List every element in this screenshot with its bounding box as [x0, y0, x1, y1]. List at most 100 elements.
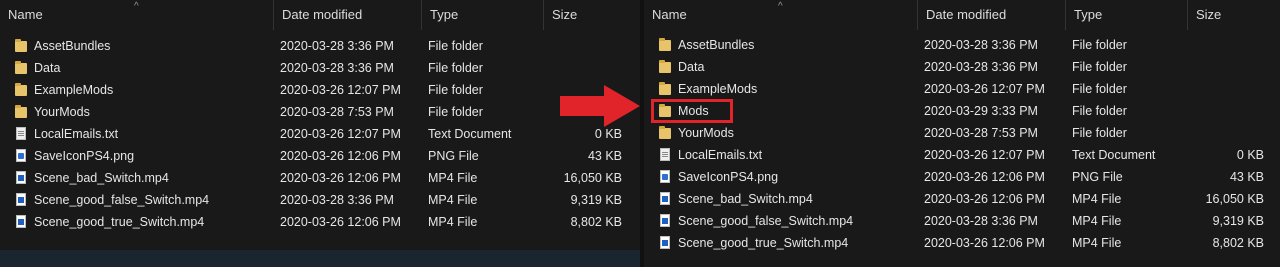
file-name: Scene_bad_Switch.mp4 — [34, 171, 169, 185]
date-modified: 2020-03-26 12:06 PM — [280, 149, 401, 163]
file-name-cell[interactable]: Scene_good_true_Switch.mp4 — [658, 232, 908, 254]
file-row[interactable]: LocalEmails.txt 2020-03-26 12:07 PM Text D… — [0, 123, 640, 145]
folder-icon — [658, 59, 672, 75]
column-header-date-modified[interactable]: Date modified — [274, 0, 422, 30]
file-name: Scene_good_true_Switch.mp4 — [678, 236, 849, 250]
folder-icon — [14, 60, 28, 76]
date-modified: 2020-03-28 7:53 PM — [280, 105, 394, 119]
date-modified: 2020-03-26 12:06 PM — [924, 170, 1045, 184]
text-document-icon — [658, 147, 672, 163]
file-name-cell[interactable]: Data — [14, 57, 264, 79]
file-row[interactable]: Data 2020-03-28 3:36 PM File folder — [644, 56, 1280, 78]
folder-icon — [658, 81, 672, 97]
file-size — [1162, 56, 1264, 78]
file-name: LocalEmails.txt — [34, 127, 119, 141]
file-row[interactable]: Mods 2020-03-29 3:33 PM File folder — [644, 100, 1280, 122]
file-size — [1162, 122, 1264, 144]
file-row[interactable]: SaveIconPS4.png 2020-03-26 12:06 PM PNG Fi… — [644, 166, 1280, 188]
file-row[interactable]: ExampleMods 2020-03-26 12:07 PM File folde… — [0, 79, 640, 101]
folder-icon — [658, 37, 672, 53]
file-name-cell[interactable]: SaveIconPS4.png — [658, 166, 908, 188]
sort-ascending-icon: ^ — [134, 1, 139, 12]
date-modified: 2020-03-28 3:36 PM — [280, 193, 394, 207]
file-row[interactable]: LocalEmails.txt 2020-03-26 12:07 PM Text D… — [644, 144, 1280, 166]
file-row[interactable]: Scene_bad_Switch.mp4 2020-03-26 12:06 PM M… — [0, 167, 640, 189]
file-name-cell[interactable]: ExampleMods — [14, 79, 264, 101]
file-size — [1162, 100, 1264, 122]
video-file-icon — [658, 213, 672, 229]
file-row[interactable]: YourMods 2020-03-28 7:53 PM File folder — [0, 101, 640, 123]
video-file-icon — [14, 192, 28, 208]
file-name: Data — [678, 60, 705, 74]
video-file-icon — [658, 191, 672, 207]
file-row[interactable]: AssetBundles 2020-03-28 3:36 PM File folde… — [644, 34, 1280, 56]
file-name-cell[interactable]: LocalEmails.txt — [14, 123, 264, 145]
file-name: SaveIconPS4.png — [678, 170, 779, 184]
file-name-cell[interactable]: AssetBundles — [14, 35, 264, 57]
column-header-size[interactable]: Size — [544, 0, 640, 30]
file-row[interactable]: SaveIconPS4.png 2020-03-26 12:06 PM PNG Fi… — [0, 145, 640, 167]
file-size — [1162, 78, 1264, 100]
file-name-cell[interactable]: YourMods — [14, 101, 264, 123]
file-name: AssetBundles — [34, 39, 111, 53]
file-row[interactable]: Scene_good_true_Switch.mp4 2020-03-26 12:… — [644, 232, 1280, 254]
mods-highlight-box — [651, 99, 733, 123]
sort-ascending-icon: ^ — [778, 1, 783, 12]
file-name: YourMods — [678, 126, 734, 140]
date-modified: 2020-03-29 3:33 PM — [924, 104, 1038, 118]
image-file-icon — [658, 169, 672, 185]
video-file-icon — [14, 214, 28, 230]
file-name-cell[interactable]: YourMods — [658, 122, 908, 144]
file-name-cell[interactable]: Scene_bad_Switch.mp4 — [658, 188, 908, 210]
left-pane-empty-area — [0, 250, 640, 267]
folder-icon — [658, 125, 672, 141]
file-row[interactable]: Scene_bad_Switch.mp4 2020-03-26 12:06 PM M… — [644, 188, 1280, 210]
date-modified: 2020-03-28 3:36 PM — [924, 60, 1038, 74]
column-header-date-modified[interactable]: Date modified — [918, 0, 1066, 30]
file-size: 8,802 KB — [1212, 236, 1264, 250]
file-row[interactable]: Scene_good_false_Switch.mp4 2020-03-28 3:… — [0, 189, 640, 211]
file-name-cell[interactable]: ExampleMods — [658, 78, 908, 100]
folder-icon — [14, 104, 28, 120]
file-name-cell[interactable]: LocalEmails.txt — [658, 144, 908, 166]
file-name: ExampleMods — [678, 82, 758, 96]
file-size — [1162, 34, 1264, 56]
file-name: AssetBundles — [678, 38, 755, 52]
file-size: 43 KB — [587, 149, 622, 163]
file-name: LocalEmails.txt — [678, 148, 763, 162]
file-row[interactable]: Scene_good_false_Switch.mp4 2020-03-28 3:… — [644, 210, 1280, 232]
column-header-size[interactable]: Size — [1188, 0, 1280, 30]
folder-icon — [14, 82, 28, 98]
file-name: Scene_good_false_Switch.mp4 — [678, 214, 854, 228]
file-name: Data — [34, 61, 61, 75]
file-row[interactable]: AssetBundles 2020-03-28 3:36 PM File folde… — [0, 35, 640, 57]
column-header-row: Name ^ Date modified Type Size — [644, 0, 1280, 30]
column-header-type[interactable]: Type — [422, 0, 544, 30]
file-name-cell[interactable]: Scene_bad_Switch.mp4 — [14, 167, 264, 189]
file-row[interactable]: ExampleMods 2020-03-26 12:07 PM File folde… — [644, 78, 1280, 100]
image-file-icon — [14, 148, 28, 164]
file-size: 9,319 KB — [570, 193, 622, 207]
video-file-icon — [14, 170, 28, 186]
file-name-cell[interactable]: Scene_good_false_Switch.mp4 — [658, 210, 908, 232]
file-row[interactable]: Scene_good_true_Switch.mp4 2020-03-26 12:… — [0, 211, 640, 233]
file-name: Scene_good_true_Switch.mp4 — [34, 215, 205, 229]
file-name-cell[interactable]: Data — [658, 56, 908, 78]
file-row[interactable]: YourMods 2020-03-28 7:53 PM File folder — [644, 122, 1280, 144]
text-document-icon — [14, 126, 28, 142]
file-size: 16,050 KB — [563, 171, 622, 185]
right-file-pane: Name ^ Date modified Type Size AssetBund… — [644, 0, 1280, 267]
date-modified: 2020-03-26 12:07 PM — [924, 82, 1045, 96]
date-modified: 2020-03-28 3:36 PM — [280, 39, 394, 53]
date-modified: 2020-03-26 12:07 PM — [924, 148, 1045, 162]
file-name-cell[interactable]: SaveIconPS4.png — [14, 145, 264, 167]
file-name: YourMods — [34, 105, 90, 119]
file-row[interactable]: Data 2020-03-28 3:36 PM File folder — [0, 57, 640, 79]
file-name-cell[interactable]: Scene_good_true_Switch.mp4 — [14, 211, 264, 233]
column-header-type[interactable]: Type — [1066, 0, 1188, 30]
file-name-cell[interactable]: AssetBundles — [658, 34, 908, 56]
file-name-cell[interactable]: Scene_good_false_Switch.mp4 — [14, 189, 264, 211]
left-file-pane: Name ^ Date modified Type Size AssetBund… — [0, 0, 640, 267]
date-modified: 2020-03-26 12:06 PM — [924, 236, 1045, 250]
red-arrow-icon — [560, 85, 640, 127]
